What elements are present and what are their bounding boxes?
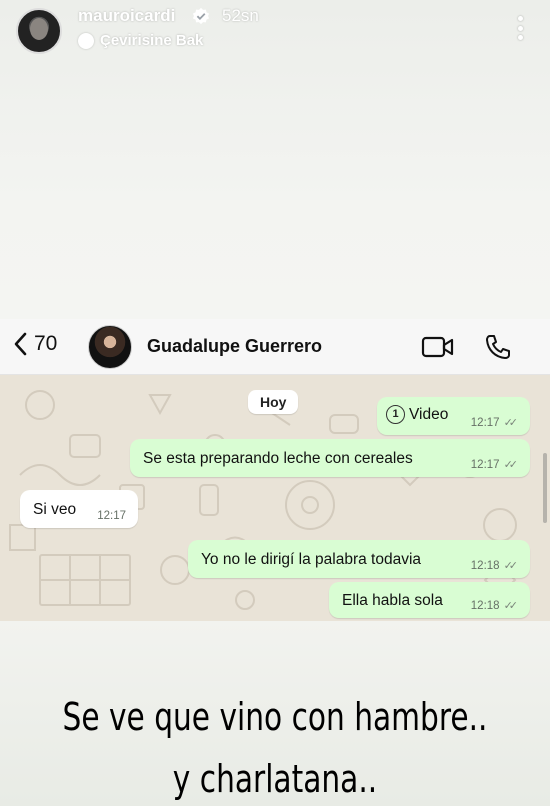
message-bubble-incoming[interactable]: Si veo 12:17: [20, 490, 138, 528]
more-dot: [517, 35, 523, 40]
chevron-left-icon: [14, 332, 27, 356]
message-time: 12:18: [470, 599, 500, 612]
back-button[interactable]: 70: [14, 332, 57, 356]
message-meta: 12:18 ✓✓: [470, 599, 519, 613]
read-receipt-icon: ✓✓: [503, 560, 519, 572]
view-once-icon: 1: [386, 405, 405, 424]
phone-call-icon[interactable]: [484, 333, 512, 361]
translate-icon: [78, 32, 94, 49]
more-dot: [517, 16, 523, 21]
contact-name[interactable]: Guadalupe Guerrero: [147, 336, 322, 357]
contact-avatar[interactable]: [88, 325, 132, 369]
message-bubble-outgoing[interactable]: Ella habla sola 12:18 ✓✓: [329, 582, 530, 618]
chat-scrollbar[interactable]: [543, 453, 547, 523]
message-text: Se esta preparando leche con cereales: [143, 450, 413, 467]
message-time: 12:17: [470, 458, 500, 471]
message-time: 12:17: [97, 510, 126, 522]
story-username[interactable]: mauroicardi: [78, 6, 175, 26]
message-meta: 12:17: [97, 510, 126, 522]
chat-body: Hoy 1 Video 12:17 ✓✓ Se esta preparando …: [0, 375, 550, 621]
video-call-icon[interactable]: [421, 335, 455, 359]
message-meta: 12:17 ✓✓: [470, 416, 519, 430]
more-options-button[interactable]: [516, 16, 524, 40]
message-meta: 12:17 ✓✓: [470, 458, 519, 472]
caption-line-1: Se ve que vino con hambre..: [62, 695, 488, 739]
message-meta: 12:18 ✓✓: [470, 559, 519, 573]
more-dot: [517, 25, 523, 31]
day-separator: Hoy: [248, 390, 299, 414]
message-text: Video: [409, 405, 449, 423]
story-header: mauroicardi 52sn Çevirisine Bak: [0, 0, 550, 60]
message-bubble-outgoing[interactable]: Yo no le dirigí la palabra todavia 12:18…: [188, 540, 530, 578]
message-bubble-outgoing[interactable]: Se esta preparando leche con cereales 12…: [130, 439, 530, 477]
message-time: 12:18: [470, 559, 500, 572]
translate-link[interactable]: Çevirisine Bak: [78, 32, 203, 49]
back-count: 70: [34, 332, 58, 355]
verified-badge-icon: [192, 7, 210, 25]
message-text: Ella habla sola: [342, 592, 443, 609]
read-receipt-icon: ✓✓: [503, 417, 519, 429]
read-receipt-icon: ✓✓: [503, 600, 519, 612]
message-time: 12:17: [470, 416, 500, 429]
message-bubble-outgoing[interactable]: 1 Video 12:17 ✓✓: [377, 397, 530, 435]
story-caption: Se ve que vino con hambre.. y charlatana…: [61, 686, 490, 806]
caption-line-2: y charlatana..: [172, 757, 378, 801]
view-once-video[interactable]: 1 Video: [386, 405, 448, 424]
profile-avatar[interactable]: [16, 8, 62, 54]
story-time-ago: 52sn: [222, 6, 259, 25]
message-text: Yo no le dirigí la palabra todavia: [201, 551, 422, 568]
message-text: Si veo: [33, 501, 77, 518]
chat-screenshot: 70 Guadalupe Guerrero Hoy 1 Video 12:17 …: [0, 319, 550, 621]
translate-label: Çevirisine Bak: [100, 32, 204, 49]
read-receipt-icon: ✓✓: [503, 459, 519, 471]
chat-header: 70 Guadalupe Guerrero: [0, 319, 550, 375]
